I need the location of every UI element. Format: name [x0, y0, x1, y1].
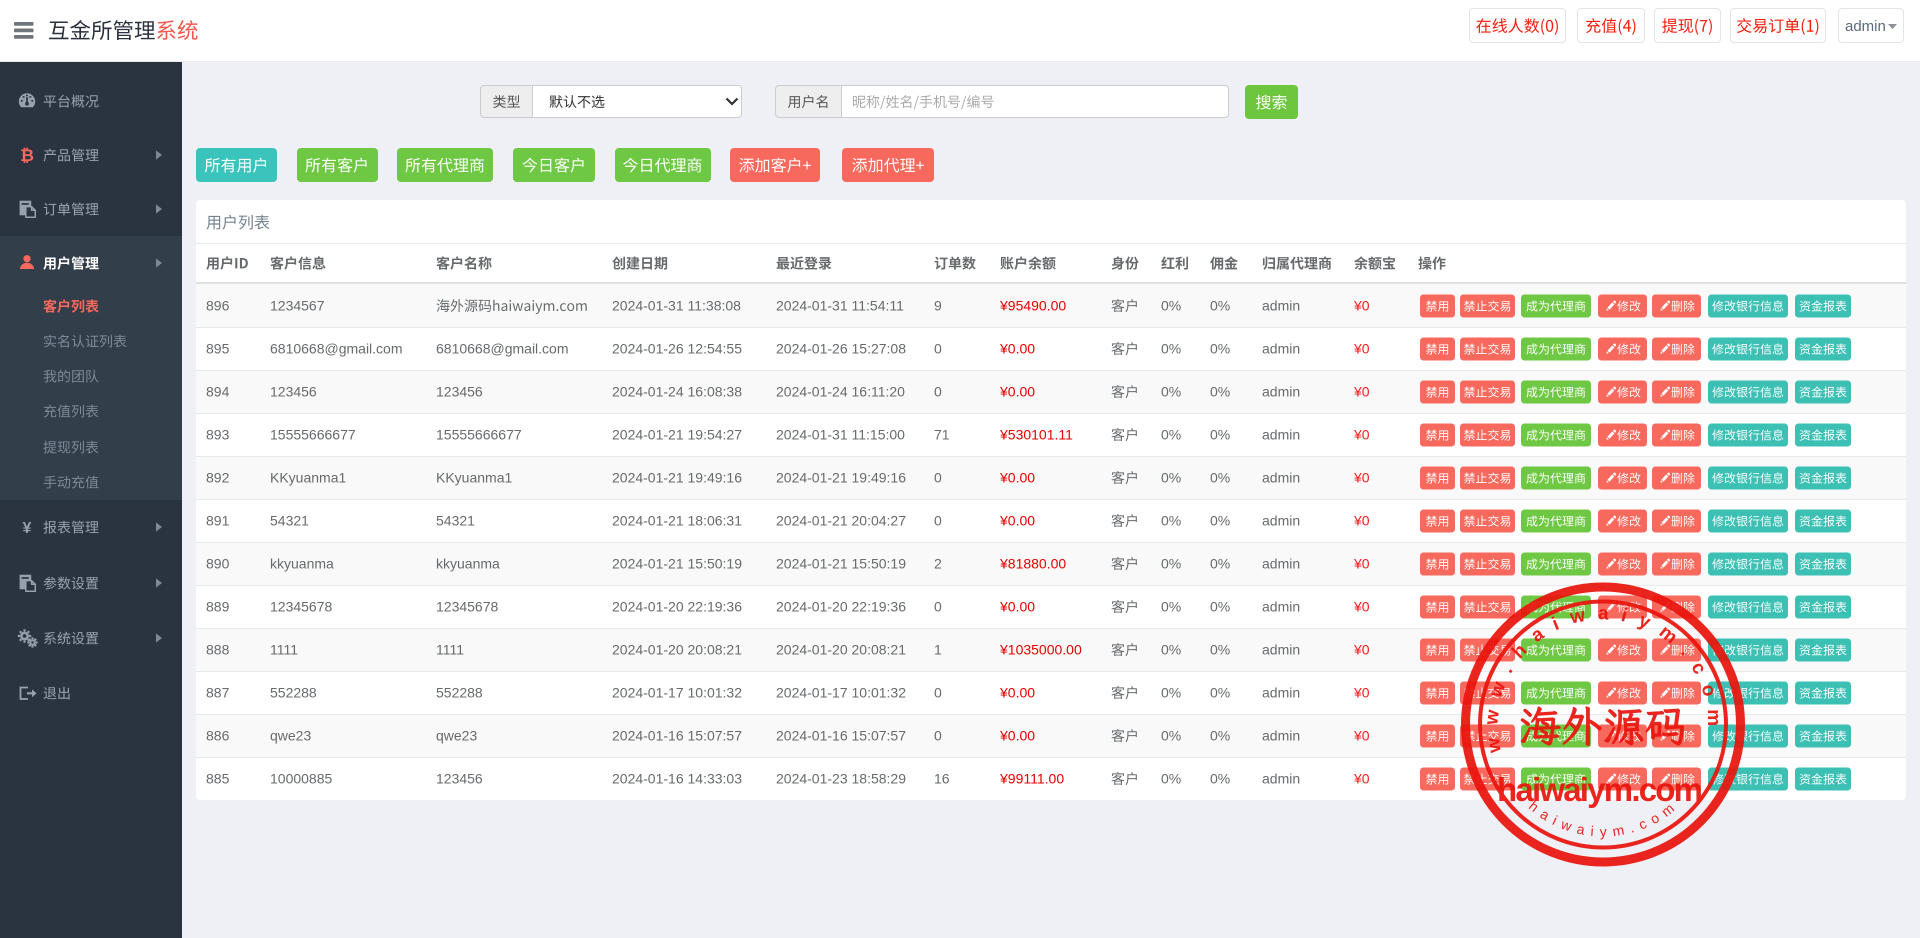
svg-text:haiwaiym.com: haiwaiym.com — [1526, 796, 1682, 840]
